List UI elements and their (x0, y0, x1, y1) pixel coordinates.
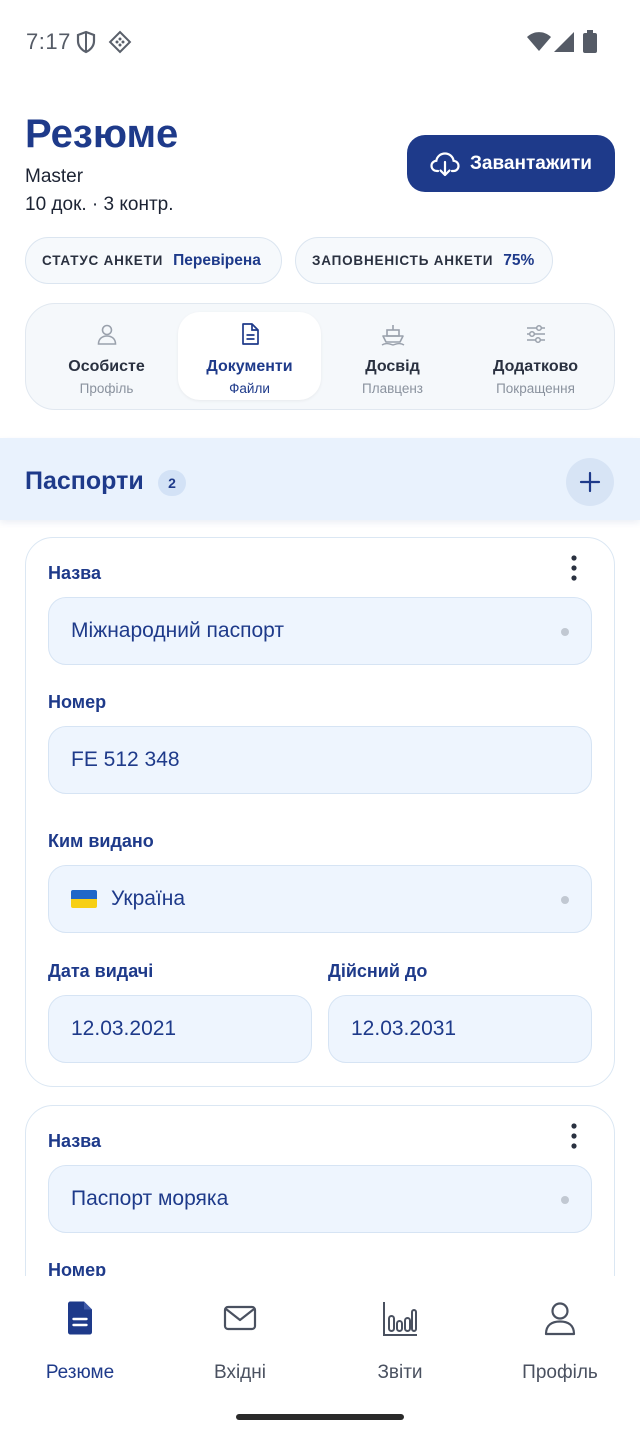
signal-icon (554, 32, 574, 52)
dropdown-dot-icon (561, 896, 569, 904)
more-vertical-icon (571, 555, 577, 581)
ukraine-flag-icon (71, 890, 97, 908)
sliders-icon (526, 324, 545, 344)
download-label: Завантажити (470, 152, 592, 174)
valid-until-value: 12.03.2031 (351, 1017, 457, 1040)
completion-pill: ЗАПОВНЕНІСТЬ АНКЕТИ 75% (295, 237, 553, 284)
nav-resume[interactable]: Резюме (0, 1296, 160, 1383)
name-label: Назва (48, 1131, 102, 1151)
home-indicator[interactable] (236, 1414, 404, 1420)
nav-inbox-label: Вхідні (214, 1362, 266, 1383)
status-bar: 7:17 (0, 0, 640, 84)
resume-summary: 10 док. · 3 контр. (25, 194, 174, 215)
valid-until-label: Дійсний до (328, 961, 428, 981)
issue-date-field[interactable]: 12.03.2021 (48, 995, 312, 1063)
wifi-icon (527, 32, 551, 51)
passport-number-field[interactable]: FE 512 348 (48, 726, 592, 794)
download-button[interactable]: Завантажити (407, 135, 615, 192)
issuer-select[interactable]: Україна (48, 865, 592, 933)
tab-experience-sub: Плавценз (362, 381, 423, 396)
passports-list[interactable]: Назва Міжнародний паспорт Номер FE 512 3… (0, 520, 640, 1276)
number-label: Номер (48, 1260, 107, 1276)
valid-until-field[interactable]: 12.03.2031 (328, 995, 592, 1063)
nav-profile[interactable]: Профіль (480, 1296, 640, 1383)
passport-number-value: FE 512 348 (71, 748, 180, 771)
card-menu-button[interactable] (562, 1120, 586, 1152)
app-badge-icon (108, 30, 132, 54)
cloud-download-icon (430, 151, 460, 176)
status-pill-label: СТАТУС АНКЕТИ (42, 253, 164, 268)
issue-date-value: 12.03.2021 (71, 1017, 177, 1040)
completion-pill-value: 75% (503, 251, 535, 269)
battery-icon (583, 30, 597, 53)
chart-icon (383, 1302, 417, 1336)
count-badge: 2 (158, 470, 186, 496)
section-title: Паспорти (25, 467, 144, 495)
passports-section-header: Паспорти 2 (0, 438, 640, 520)
passport-name-value: Паспорт моряка (71, 1187, 229, 1210)
completion-pill-label: ЗАПОВНЕНІСТЬ АНКЕТИ (312, 253, 494, 268)
passport-card: Назва Міжнародний паспорт Номер FE 512 3… (25, 537, 615, 1087)
tab-additional[interactable]: Додатково Покращення (464, 312, 607, 400)
bottom-navigation: Резюме Вхідні Звіти Профіль (0, 1276, 640, 1437)
tab-experience-label: Досвід (365, 358, 420, 375)
page-title: Резюме (25, 112, 179, 156)
tab-additional-label: Додатково (492, 358, 578, 375)
nav-inbox[interactable]: Вхідні (160, 1296, 320, 1383)
issuer-value: Україна (111, 887, 186, 910)
passport-name-select[interactable]: Міжнародний паспорт (48, 597, 592, 665)
status-time: 7:17 (26, 29, 71, 54)
person-icon (97, 324, 116, 345)
shield-icon (76, 30, 96, 54)
tab-experience[interactable]: Досвід Плавценз (321, 312, 464, 400)
mail-icon (223, 1305, 257, 1331)
issue-date-label: Дата видачі (48, 961, 154, 981)
resume-icon (68, 1301, 92, 1335)
resume-tabs: Особисте Профіль Документи Файли Досвід … (25, 303, 615, 410)
status-pill: СТАТУС АНКЕТИ Перевірена (25, 237, 282, 284)
nav-reports-label: Звіти (377, 1362, 423, 1383)
status-pill-value: Перевірена (173, 251, 261, 269)
more-vertical-icon (571, 1123, 577, 1149)
tab-personal-label: Особисте (68, 358, 145, 375)
passport-name-value: Міжнародний паспорт (71, 619, 284, 642)
passport-card: Назва Паспорт моряка Номер (25, 1105, 615, 1276)
user-rank: Master (25, 166, 84, 187)
nav-reports[interactable]: Звіти (320, 1296, 480, 1383)
tab-additional-sub: Покращення (496, 381, 575, 396)
dropdown-dot-icon (561, 628, 569, 636)
tab-personal[interactable]: Особисте Профіль (35, 312, 178, 400)
passport-name-select[interactable]: Паспорт моряка (48, 1165, 592, 1233)
tab-documents-label: Документи (206, 358, 293, 375)
plus-icon (579, 471, 601, 493)
ship-icon (381, 325, 404, 346)
tab-personal-sub: Профіль (79, 381, 134, 396)
issuer-label: Ким видано (48, 831, 154, 851)
number-label: Номер (48, 692, 107, 712)
name-label: Назва (48, 563, 102, 583)
add-passport-button[interactable] (566, 458, 614, 506)
tab-documents-sub: Файли (229, 381, 270, 396)
nav-profile-label: Профіль (522, 1362, 598, 1383)
tab-documents[interactable]: Документи Файли (178, 312, 321, 400)
dropdown-dot-icon (561, 1196, 569, 1204)
document-icon (241, 323, 259, 345)
profile-icon (544, 1302, 576, 1336)
nav-resume-label: Резюме (45, 1362, 115, 1383)
card-menu-button[interactable] (562, 552, 586, 584)
